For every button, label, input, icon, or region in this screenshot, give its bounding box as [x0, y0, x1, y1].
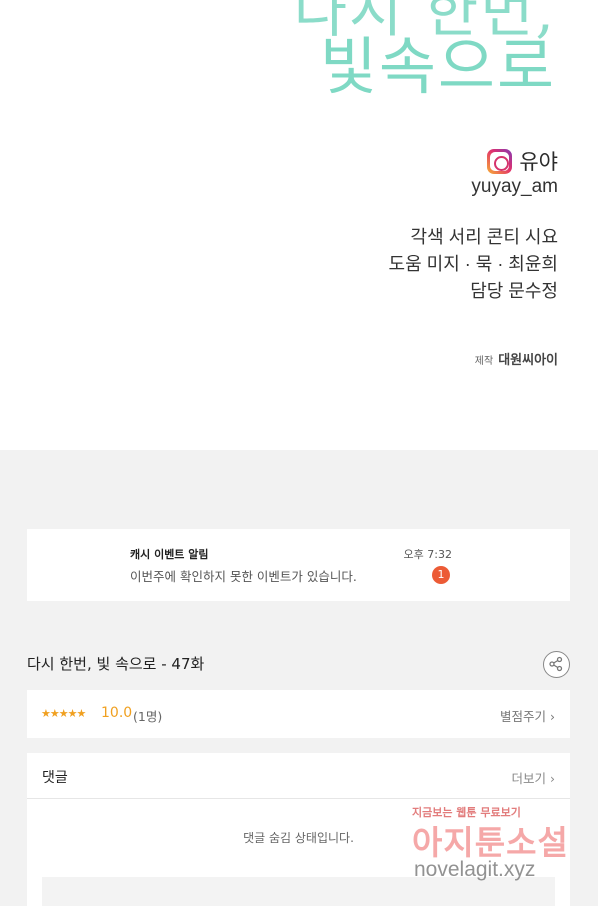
rate-button[interactable]: 별점주기 › [500, 706, 555, 725]
share-button[interactable] [543, 651, 570, 678]
staff-line-editor: 담당 문수정 [470, 281, 558, 301]
title-art-line-2: 빛속으로 [319, 30, 556, 103]
rating-count: (1명) [133, 709, 163, 724]
watermark-url: novelagit.xyz [414, 858, 536, 881]
series-title-art: 다시 한번, 빛속으로 [246, 0, 586, 130]
studio-name: 대원씨아이 [498, 352, 558, 367]
studio-label: 제작 [474, 356, 494, 367]
share-icon [549, 656, 563, 672]
watermark-brand: 아지툰소설 [412, 823, 569, 862]
author-credit: 유야 [487, 146, 558, 176]
comments-header: 댓글 더보기 › [27, 753, 570, 799]
author-name: 유야 [519, 151, 558, 174]
site-watermark: 지금보는 웹툰 무료보기 아지툰소설 novelagit.xyz [408, 800, 593, 892]
cash-event-notification[interactable]: 캐시 이벤트 알림 오후 7:32 이번주에 확인하지 못한 이벤트가 있습니다… [27, 529, 570, 601]
rating-score: 10.0 [101, 705, 133, 721]
staff-line-adaptation: 각색 서리 콘티 시요 [410, 227, 558, 247]
notification-message: 이번주에 확인하지 못한 이벤트가 있습니다. [130, 569, 357, 584]
episode-end-credits: 다시 한번, 빛속으로 유야 yuyay_am 각색 서리 콘티 시요 도움 미… [0, 0, 598, 450]
notification-title: 캐시 이벤트 알림 [130, 548, 209, 561]
comments-more-link[interactable]: 더보기 › [512, 768, 555, 787]
episode-title: 다시 한번, 빛 속으로 - 47화 [27, 655, 205, 673]
notification-time: 오후 7:32 [403, 548, 452, 561]
rating-panel: ★★★★★ 10.0 (1명) 별점주기 › [27, 690, 570, 738]
rating-stars: ★★★★★ [41, 707, 86, 720]
instagram-icon [487, 148, 513, 174]
staff-line-assistants: 도움 미지 · 묵 · 최윤희 [388, 254, 558, 274]
author-handle: yuyay_am [471, 176, 558, 197]
notification-count-badge: 1 [432, 566, 450, 584]
studio-credit: 제작 대원씨아이 [475, 349, 558, 368]
comments-title: 댓글 [42, 770, 68, 786]
